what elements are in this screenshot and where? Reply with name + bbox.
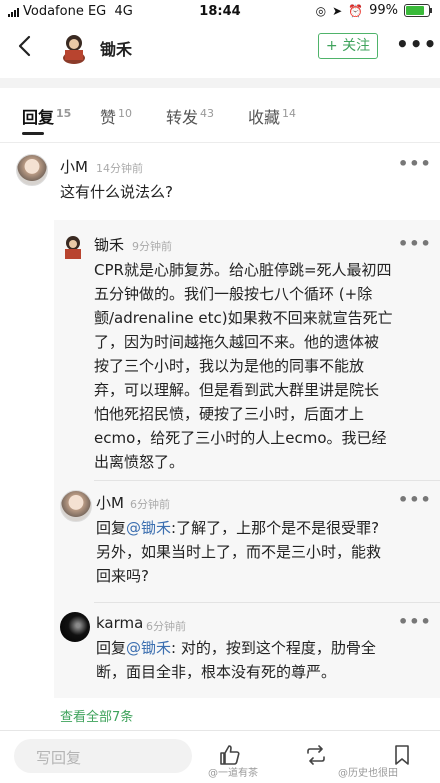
text-line: 弃，可以理解。但是看到武大群里讲是院长 [94,381,380,399]
tab-count: 43 [200,107,215,120]
tab-likes[interactable]: 赞 10 [100,104,132,128]
watermark: @一道有茶 [208,768,258,779]
tab-reposts[interactable]: 转发 43 [166,104,214,128]
text-line: 回复@锄禾: 对的，按到这个程度，肋骨全 [96,636,426,660]
section-divider [0,78,440,88]
tab-count: 14 [282,107,297,120]
reply-author[interactable]: 锄禾 [94,234,124,255]
comment-text: 这有什么说法么? [60,183,173,201]
tab-count: 15 [56,107,72,120]
status-bar: Vodafone EG 4G 18:44 ◎ ➤ ⏰ 99% [0,0,440,24]
author-avatar[interactable] [60,30,88,64]
more-icon[interactable]: ••• [398,234,432,253]
text-line: ecmo，给死了三小时的人上ecmo。我已经 [94,429,387,447]
tab-replies[interactable]: 回复 15 [22,104,71,128]
page-title: 锄禾 [100,40,133,59]
location-icon: ➤ [332,3,343,18]
lock-rotation-icon: ◎ [315,3,327,18]
reply-placeholder: 写回复 [36,749,82,767]
reply-prefix: 回复 [96,639,127,657]
tab-count: 10 [118,107,133,120]
follow-button[interactable]: + 关注 [318,33,378,59]
text-line: 另外，如果当时上了，而不是三小时，能救 [96,543,382,561]
comment-author[interactable]: 小M [60,156,88,177]
reply-time: 9分钟前 [132,240,172,253]
text-line: 按了三个小时，我以为是他的同事不能放 [94,357,365,375]
nav-bar: 锄禾 + 关注 ••• [0,24,440,70]
text-line: 了，因为时间越拖久越回不来。他的遗体被 [94,333,380,351]
status-right: ◎ ➤ ⏰ 99% [315,3,432,18]
reply-time: 6分钟前 [146,620,186,633]
text-line: 回来吗? [96,567,149,585]
comment-time: 14分钟前 [96,162,143,175]
reply-prefix: 回复 [96,519,127,537]
divider [94,602,440,603]
text-line: 颤/adrenaline etc)如果救不回来就宣告死亡 [94,309,393,327]
text-line: CPR就是心肺复苏。给心脏停跳=死人最初四 [94,261,392,279]
watermark: @历史也很田 [338,768,398,779]
reply-author[interactable]: 小M [96,492,124,513]
reply-input[interactable]: 写回复 [14,739,192,773]
text-line: 出离愤怒了。 [94,453,185,471]
battery-percent: 99% [369,3,398,18]
text-line: 五分钟做的。我们一般按七八个循环 (+除 [94,285,373,303]
reply-time: 6分钟前 [130,498,170,511]
tab-bar: 回复 15 赞 10 转发 43 收藏 14 [0,96,440,138]
text-fragment: :了解了，上那个是不是很受罪? [171,519,380,537]
avatar[interactable] [16,154,48,186]
mention-link[interactable]: @锄禾 [126,519,171,537]
tab-label: 回复 [22,108,55,127]
more-icon[interactable]: ••• [398,490,432,509]
reply-text: 回复@锄禾:了解了，上那个是不是很受罪? 另外，如果当时上了，而不是三小时，能救… [96,516,426,588]
divider [94,480,440,481]
tab-label: 收藏 [248,108,281,127]
more-icon[interactable]: ••• [398,612,432,631]
avatar[interactable] [62,234,84,260]
reply-text: 回复@锄禾: 对的，按到这个程度，肋骨全 断，面目全非，根本没有死的尊严。 [96,636,426,684]
text-line: 断，面目全非，根本没有死的尊严。 [96,663,337,681]
mention-link[interactable]: @锄禾 [126,639,171,657]
alarm-icon: ⏰ [348,3,364,18]
text-line: 怕他死招民愤，硬按了三小时，后面才上 [94,405,365,423]
text-fragment: : 对的，按到这个程度，肋骨全 [171,639,376,657]
tab-label: 转发 [166,108,199,127]
battery-icon [404,4,432,17]
active-tab-indicator [22,132,44,135]
reply-author[interactable]: karma [96,614,143,632]
repost-icon[interactable] [304,743,328,767]
back-arrow-icon[interactable] [14,34,38,58]
avatar[interactable] [60,612,90,642]
avatar[interactable] [60,490,92,522]
reply-text: CPR就是心肺复苏。给心脏停跳=死人最初四 五分钟做的。我们一般按七八个循环 (… [94,258,424,474]
tab-favorites[interactable]: 收藏 14 [248,104,296,128]
divider [0,142,440,143]
more-options-icon[interactable]: ••• [396,32,437,56]
tab-label: 赞 [100,108,117,127]
view-all-link[interactable]: 查看全部7条 [60,706,133,725]
more-icon[interactable]: ••• [398,154,432,173]
text-line: 回复@锄禾:了解了，上那个是不是很受罪? [96,516,426,540]
